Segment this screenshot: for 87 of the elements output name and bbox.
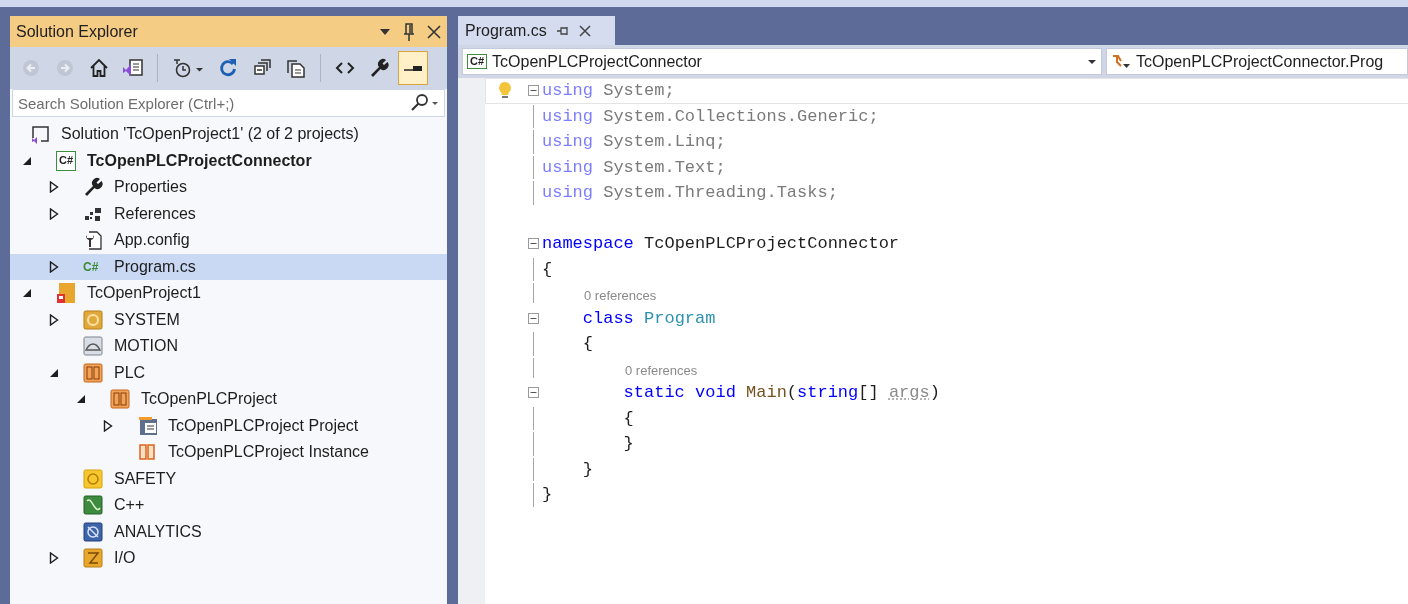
- solution-icon: [30, 124, 50, 145]
- plc-icon: [83, 362, 103, 383]
- tree-item-row[interactable]: SYSTEM: [10, 306, 447, 333]
- collapse-all-icon: [252, 58, 272, 78]
- document-tab[interactable]: Program.cs: [458, 16, 615, 45]
- tree-item-row[interactable]: MOTION: [10, 333, 447, 360]
- plc-instance-icon: [137, 442, 157, 463]
- analytics-icon: [83, 521, 103, 542]
- tree-item-row[interactable]: PLC: [10, 359, 447, 386]
- pin-icon[interactable]: [555, 24, 570, 37]
- tree-item-row[interactable]: App.config: [10, 227, 447, 254]
- code-line: {: [622, 408, 634, 428]
- code-line: }: [581, 459, 593, 479]
- csharp-file-icon: C#: [83, 260, 99, 273]
- refresh-icon: [218, 58, 238, 78]
- code-line: using System.Collections.Generic;: [542, 106, 879, 126]
- twincat-project-icon: [56, 282, 76, 305]
- tree-item-row[interactable]: ANALYTICS: [10, 518, 447, 545]
- lightbulb-icon[interactable]: [498, 80, 512, 101]
- tree-item-row[interactable]: TcOpenPLCProject Project: [10, 412, 447, 439]
- expanded-arrow-icon[interactable]: [22, 155, 32, 166]
- code-line: using System;: [542, 81, 675, 101]
- tree-item-row[interactable]: TcOpenPLCProject Instance: [10, 439, 447, 466]
- code-line: }: [542, 485, 553, 505]
- preview-button[interactable]: [398, 51, 428, 85]
- close-icon[interactable]: [427, 24, 441, 39]
- code-line: {: [542, 259, 553, 279]
- tree-item-row[interactable]: TcOpenProject1: [10, 280, 447, 307]
- tree-item-row[interactable]: C++: [10, 492, 447, 519]
- collapsed-arrow-icon[interactable]: [103, 419, 113, 432]
- wrench-icon: [369, 58, 389, 78]
- tree-item-row[interactable]: I/O: [10, 545, 447, 572]
- class-members-icon: [1111, 52, 1131, 71]
- cpp-icon: [83, 495, 103, 516]
- collapsed-arrow-icon[interactable]: [49, 181, 59, 194]
- config-file-icon: [83, 230, 103, 251]
- caret-icon: [1087, 58, 1097, 65]
- motion-icon: [83, 336, 103, 357]
- csharp-project-icon: C#: [467, 54, 488, 69]
- home-icon: [89, 58, 109, 78]
- collapse-box-icon[interactable]: [527, 387, 539, 399]
- plc-icon: [110, 389, 130, 410]
- csharp-project-icon: C#: [56, 150, 77, 171]
- safety-icon: [83, 468, 103, 489]
- wrench-icon: [83, 177, 103, 198]
- collapsed-arrow-icon[interactable]: [49, 313, 59, 326]
- collapse-box-icon[interactable]: [527, 238, 539, 250]
- tree-item-row[interactable]: References: [10, 200, 447, 227]
- tree-item-row[interactable]: SAFETY: [10, 465, 447, 492]
- plc-code-icon: [137, 415, 159, 436]
- collapsed-arrow-icon[interactable]: [49, 552, 59, 565]
- code-line: using System.Text;: [542, 157, 726, 177]
- gear-icon: [83, 309, 103, 330]
- copy-files-icon: [285, 58, 307, 78]
- clock-icon: [171, 58, 205, 78]
- tree-item-row[interactable]: Solution 'TcOpenProject1' (2 of 2 projects): [10, 121, 447, 148]
- dropdown-icon[interactable]: [379, 27, 391, 36]
- code-lens-link[interactable]: 0 references: [584, 288, 657, 303]
- project-dropdown[interactable]: C# TcOpenPLCProjectConnector: [462, 48, 1102, 75]
- code-line: using System.Threading.Tasks;: [542, 183, 838, 203]
- expanded-arrow-icon[interactable]: [49, 367, 59, 378]
- collapsed-arrow-icon[interactable]: [49, 207, 59, 220]
- collapse-box-icon[interactable]: [527, 312, 539, 324]
- code-line: }: [622, 434, 634, 454]
- code-line: using System.Linq;: [542, 132, 726, 152]
- back-icon: [22, 59, 40, 77]
- tree-item-row[interactable]: Properties: [10, 174, 447, 201]
- tree-item-row[interactable]: C# TcOpenPLCProjectConnector: [10, 147, 447, 174]
- close-icon[interactable]: [578, 24, 591, 37]
- tree-item-row[interactable]: TcOpenPLCProject: [10, 386, 447, 413]
- code-line: namespace TcOpenPLCProjectConnector: [542, 234, 900, 254]
- member-dropdown[interactable]: TcOpenPLCProjectConnector.Prog: [1106, 48, 1408, 75]
- code-line: {: [581, 334, 593, 354]
- panel-title: Solution Explorer: [16, 22, 139, 41]
- expanded-arrow-icon[interactable]: [76, 394, 86, 405]
- code-line: class Program: [581, 308, 716, 328]
- code-line: static void Main(string[] args): [622, 383, 940, 403]
- pin-icon[interactable]: [403, 22, 415, 41]
- forward-icon: [56, 59, 74, 77]
- switch-views-icon: [122, 58, 144, 78]
- preview-icon: [404, 64, 422, 72]
- expanded-arrow-icon[interactable]: [22, 288, 32, 299]
- collapse-box-icon[interactable]: [527, 85, 539, 97]
- collapsed-arrow-icon[interactable]: [49, 260, 59, 273]
- tree-item-row[interactable]: C# Program.cs: [10, 253, 447, 280]
- io-icon: [83, 548, 103, 569]
- code-lens-link[interactable]: 0 references: [625, 362, 698, 378]
